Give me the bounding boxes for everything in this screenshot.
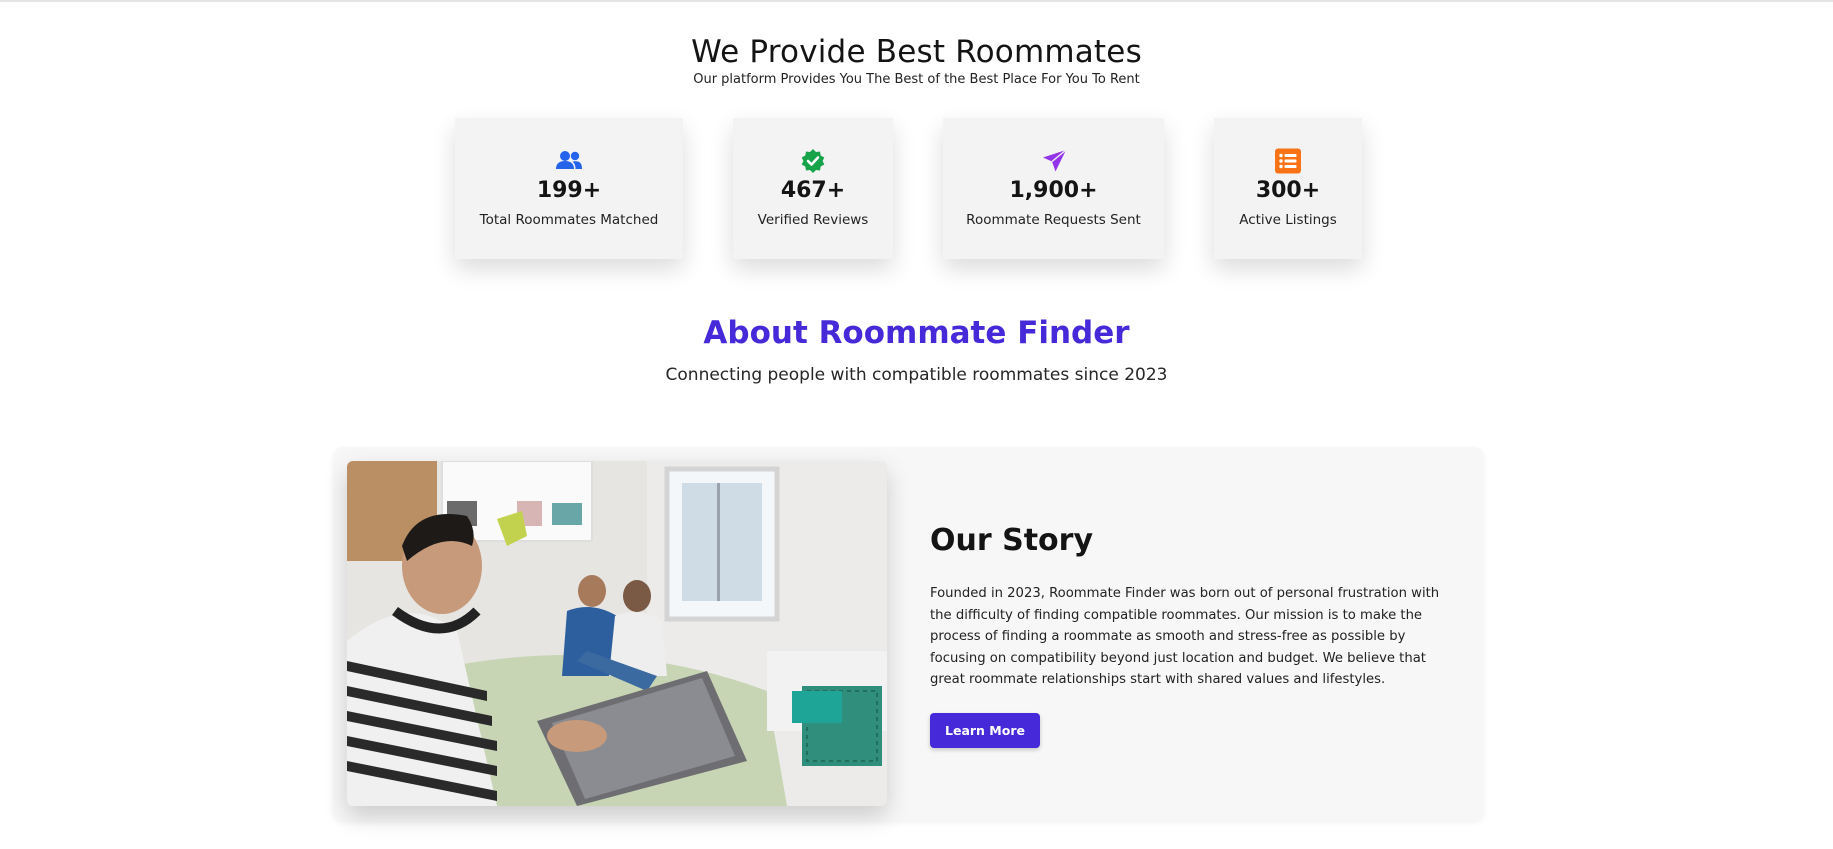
- top-divider: [0, 0, 1833, 2]
- paper-plane-icon: [1040, 148, 1068, 174]
- stat-label: Total Roommates Matched: [479, 212, 659, 228]
- about-section: About Roommate Finder Connecting people …: [0, 312, 1833, 386]
- stat-value: 199+: [536, 178, 602, 203]
- verified-badge-icon: [799, 148, 827, 174]
- users-icon: [555, 148, 583, 174]
- stat-card-roommates-matched: 199+ Total Roommates Matched: [455, 118, 683, 259]
- roommates-photo: [347, 461, 887, 806]
- about-subtitle: Connecting people with compatible roomma…: [665, 365, 1168, 385]
- our-story-card: Our Story Founded in 2023, Roommate Find…: [333, 447, 1484, 821]
- stat-label: Active Listings: [1239, 212, 1337, 228]
- story-content: Our Story Founded in 2023, Roommate Find…: [930, 521, 1460, 748]
- stat-value: 1,900+: [1009, 178, 1098, 203]
- hero-title: We Provide Best Roommates: [691, 34, 1142, 70]
- hero-subtitle: Our platform Provides You The Best of th…: [693, 72, 1140, 87]
- stat-card-requests-sent: 1,900+ Roommate Requests Sent: [943, 118, 1164, 259]
- learn-more-button[interactable]: Learn More: [930, 712, 1040, 748]
- stat-label: Roommate Requests Sent: [966, 212, 1141, 228]
- stat-card-verified-reviews: 467+ Verified Reviews: [733, 118, 893, 259]
- hero-section: We Provide Best Roommates Our platform P…: [0, 32, 1833, 88]
- about-title: About Roommate Finder: [703, 315, 1130, 351]
- stat-card-active-listings: 300+ Active Listings: [1214, 118, 1362, 259]
- stat-label: Verified Reviews: [757, 212, 869, 228]
- story-title: Our Story: [930, 523, 1094, 558]
- story-body: Founded in 2023, Roommate Finder was bor…: [930, 586, 1440, 687]
- list-icon: [1274, 148, 1302, 174]
- stat-value: 467+: [780, 178, 846, 203]
- stat-value: 300+: [1255, 178, 1321, 203]
